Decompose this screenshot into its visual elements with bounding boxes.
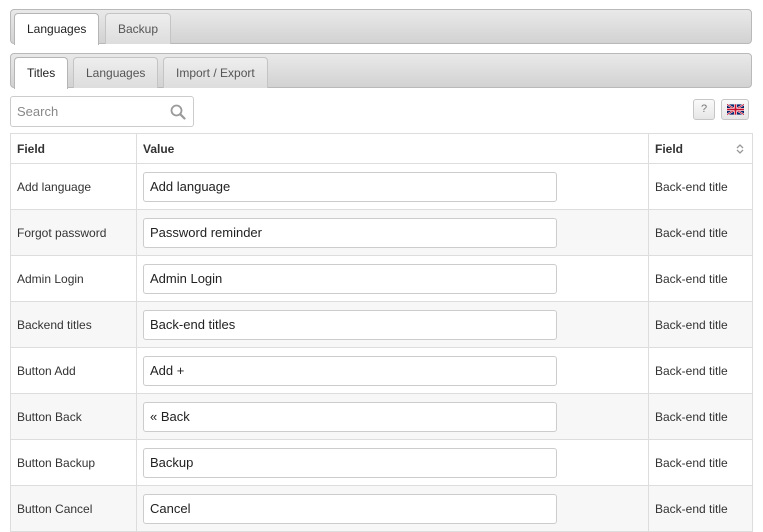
row-value-input[interactable]	[143, 171, 557, 202]
header-field: Field	[10, 133, 137, 164]
sub-tab-bar: Titles Languages Import / Export	[10, 53, 752, 89]
search-box	[10, 96, 194, 127]
search-input[interactable]	[11, 97, 167, 126]
row-type: Back-end title	[648, 255, 753, 302]
sort-icon[interactable]	[736, 143, 744, 155]
table-row: Add language Back-end title	[10, 163, 753, 210]
row-field: Add language	[10, 163, 137, 210]
language-flag-button[interactable]	[721, 99, 749, 120]
row-type: Back-end title	[648, 301, 753, 348]
table-row: Button Cancel Back-end title	[10, 485, 753, 532]
uk-flag-icon	[727, 104, 744, 115]
tab-import-export[interactable]: Import / Export	[163, 57, 268, 88]
header-field-label: Field	[655, 141, 684, 156]
row-value-cell	[136, 347, 649, 394]
tab-sub-languages[interactable]: Languages	[73, 57, 159, 88]
row-field: Button Back	[10, 393, 137, 440]
tab-titles[interactable]: Titles	[14, 57, 69, 89]
titles-table: Field Value Field Add language Back-end …	[10, 133, 753, 532]
row-value-input[interactable]	[143, 447, 557, 478]
row-value-cell	[136, 485, 649, 532]
table-row: Button Back Back-end title	[10, 393, 753, 440]
row-field: Button Backup	[10, 439, 137, 486]
help-button[interactable]: ?	[693, 99, 715, 120]
table-row: Button Add Back-end title	[10, 347, 753, 394]
table-row: Button Backup Back-end title	[10, 439, 753, 486]
row-value-input[interactable]	[143, 401, 557, 432]
table-header-row: Field Value Field	[10, 133, 753, 164]
row-value-cell	[136, 163, 649, 210]
tab-languages[interactable]: Languages	[14, 13, 100, 45]
table-row: Forgot password Back-end title	[10, 209, 753, 256]
row-type: Back-end title	[648, 163, 753, 210]
row-type: Back-end title	[648, 347, 753, 394]
row-value-cell	[136, 301, 649, 348]
main-tab-bar: Languages Backup	[10, 9, 752, 45]
tab-backup[interactable]: Backup	[105, 13, 172, 44]
row-value-input[interactable]	[143, 355, 557, 386]
table-row: Admin Login Back-end title	[10, 255, 753, 302]
row-type: Back-end title	[648, 393, 753, 440]
row-type: Back-end title	[648, 209, 753, 256]
header-value: Value	[136, 133, 649, 164]
row-value-cell	[136, 439, 649, 486]
header-field-sortable[interactable]: Field	[648, 133, 753, 164]
row-value-cell	[136, 393, 649, 440]
row-field: Button Cancel	[10, 485, 137, 532]
search-icon[interactable]	[170, 104, 186, 120]
row-type: Back-end title	[648, 485, 753, 532]
row-value-cell	[136, 255, 649, 302]
row-value-input[interactable]	[143, 263, 557, 294]
row-field: Button Add	[10, 347, 137, 394]
row-value-input[interactable]	[143, 217, 557, 248]
row-field: Admin Login	[10, 255, 137, 302]
row-value-cell	[136, 209, 649, 256]
row-type: Back-end title	[648, 439, 753, 486]
row-value-input[interactable]	[143, 493, 557, 524]
row-value-input[interactable]	[143, 309, 557, 340]
table-row: Backend titles Back-end title	[10, 301, 753, 348]
row-field: Forgot password	[10, 209, 137, 256]
row-field: Backend titles	[10, 301, 137, 348]
